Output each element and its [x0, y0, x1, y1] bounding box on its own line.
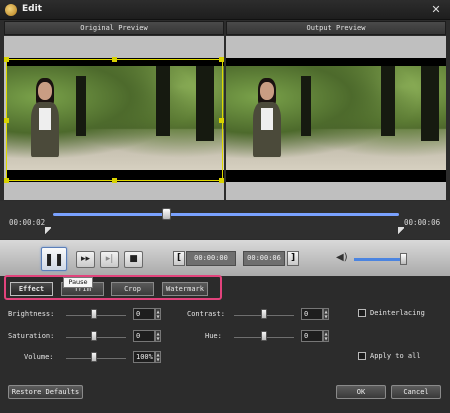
volume-setting-thumb[interactable] — [91, 352, 97, 362]
saturation-spinner[interactable]: ▲ ▼ — [155, 330, 161, 342]
saturation-value[interactable]: 0 — [133, 330, 155, 342]
title-bar — [0, 0, 450, 20]
crop-handle[interactable] — [112, 178, 117, 183]
brightness-label: Brightness: — [8, 310, 55, 318]
crop-handle[interactable] — [219, 118, 224, 123]
hue-thumb[interactable] — [261, 331, 267, 341]
volume-thumb[interactable] — [400, 253, 407, 265]
contrast-label: Contrast: — [187, 310, 225, 318]
frame-step-button[interactable]: ▸| — [100, 251, 119, 268]
brightness-thumb[interactable] — [91, 309, 97, 319]
saturation-label: Saturation: — [8, 332, 55, 340]
crop-handle[interactable] — [219, 57, 224, 62]
deinterlacing-label: Deinterlacing — [370, 309, 425, 317]
hue-label: Hue: — [205, 332, 222, 340]
output-preview-pane — [226, 36, 446, 200]
pause-button[interactable]: ❚❚ — [41, 247, 67, 271]
deinterlacing-checkbox[interactable] — [358, 309, 366, 317]
end-time-field[interactable]: 00:00:06 — [243, 251, 285, 266]
timeline-area — [0, 201, 450, 239]
crop-frame[interactable] — [6, 59, 223, 181]
saturation-thumb[interactable] — [91, 331, 97, 341]
pause-tooltip: Pause — [63, 277, 93, 288]
total-time: 00:00:06 — [404, 218, 441, 227]
restore-defaults-button[interactable]: Restore Defaults — [8, 385, 83, 399]
brightness-spinner[interactable]: ▲ ▼ — [155, 308, 161, 320]
contrast-value[interactable]: 0 — [301, 308, 323, 320]
seek-thumb[interactable] — [162, 208, 171, 220]
close-button[interactable]: ✕ — [429, 3, 443, 16]
crop-handle[interactable] — [112, 57, 117, 62]
window-title: Edit — [22, 4, 42, 14]
volume-icon[interactable]: ◀) — [336, 252, 350, 264]
contrast-thumb[interactable] — [261, 309, 267, 319]
output-preview-header: Output Preview — [226, 21, 446, 35]
cancel-button[interactable]: Cancel — [391, 385, 441, 399]
brightness-value[interactable]: 0 — [133, 308, 155, 320]
next-frame-button[interactable]: ▸▸ — [76, 251, 95, 268]
mark-out-button[interactable]: ] — [287, 251, 299, 266]
trim-end-marker-icon[interactable] — [398, 227, 404, 235]
original-preview-header: Original Preview — [4, 21, 224, 35]
trim-start-marker-icon[interactable] — [45, 227, 51, 235]
app-logo-icon — [5, 4, 17, 16]
volume-spinner[interactable]: ▲ ▼ — [155, 351, 161, 363]
ok-button[interactable]: OK — [336, 385, 386, 399]
start-time-field[interactable]: 00:00:00 — [186, 251, 236, 266]
crop-handle[interactable] — [4, 57, 9, 62]
volume-label: Volume: — [24, 353, 54, 361]
mark-in-button[interactable]: [ — [173, 251, 185, 266]
crop-handle[interactable] — [4, 118, 9, 123]
original-preview-pane — [4, 36, 224, 200]
output-video-image — [226, 66, 446, 170]
crop-handle[interactable] — [4, 178, 9, 183]
volume-value[interactable]: 100% — [133, 351, 155, 363]
seek-bar[interactable] — [53, 213, 399, 216]
hue-value[interactable]: 0 — [301, 330, 323, 342]
stop-button[interactable]: ■ — [124, 251, 143, 268]
contrast-spinner[interactable]: ▲ ▼ — [323, 308, 329, 320]
hue-spinner[interactable]: ▲ ▼ — [323, 330, 329, 342]
output-video-frame — [226, 58, 446, 182]
current-time: 00:00:02 — [9, 218, 46, 227]
tabs-highlight-box — [4, 275, 222, 300]
apply-to-all-checkbox[interactable] — [358, 352, 366, 360]
crop-handle[interactable] — [219, 178, 224, 183]
apply-to-all-label: Apply to all — [370, 352, 421, 360]
